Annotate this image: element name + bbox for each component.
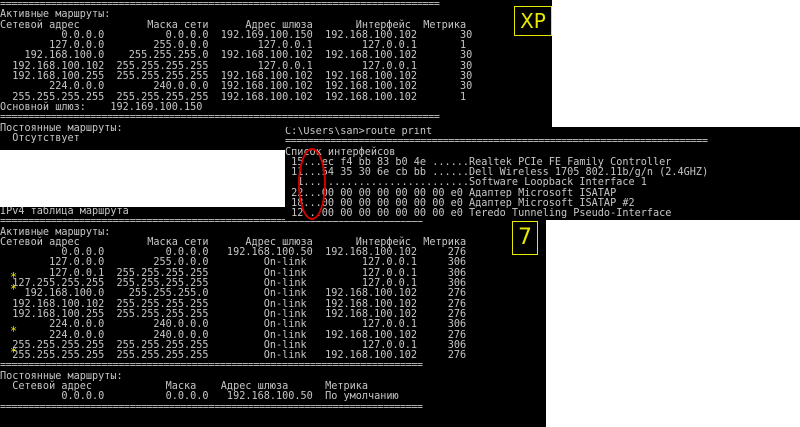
star-marker: * <box>10 324 18 338</box>
terminal-line: 12...00 00 00 00 00 00 00 e0 Teredo Tunn… <box>285 208 672 220</box>
xp-route-table-text: ========================================… <box>0 0 552 144</box>
star-marker: * <box>10 282 18 296</box>
interface-list-window: C:\Users\san>route print ================… <box>285 127 800 220</box>
terminal-line: 0.0.0.0 0.0.0.0 192.168.100.50 По умолча… <box>0 391 399 403</box>
interface-index-highlight-oval <box>298 148 326 220</box>
terminal-line: Основной шлюз: 192.169.100.150 <box>0 101 203 113</box>
interface-list-text: C:\Users\san>route print ================… <box>285 127 800 220</box>
star-marker: * <box>10 270 18 284</box>
win7-route-table-window: IPv4 таблица маршрута ===================… <box>0 207 546 427</box>
terminal-line: 255.255.255.255 255.255.255.255 On-link … <box>0 350 467 362</box>
xp-label-badge: XP <box>514 6 552 36</box>
terminal-line: ========================================… <box>0 402 423 413</box>
win7-route-table-text: IPv4 таблица маршрута ===================… <box>0 207 546 413</box>
win7-label-badge: 7 <box>512 221 538 255</box>
star-marker: * <box>10 345 18 359</box>
terminal-line: C:\Users\san>route print <box>285 127 433 137</box>
